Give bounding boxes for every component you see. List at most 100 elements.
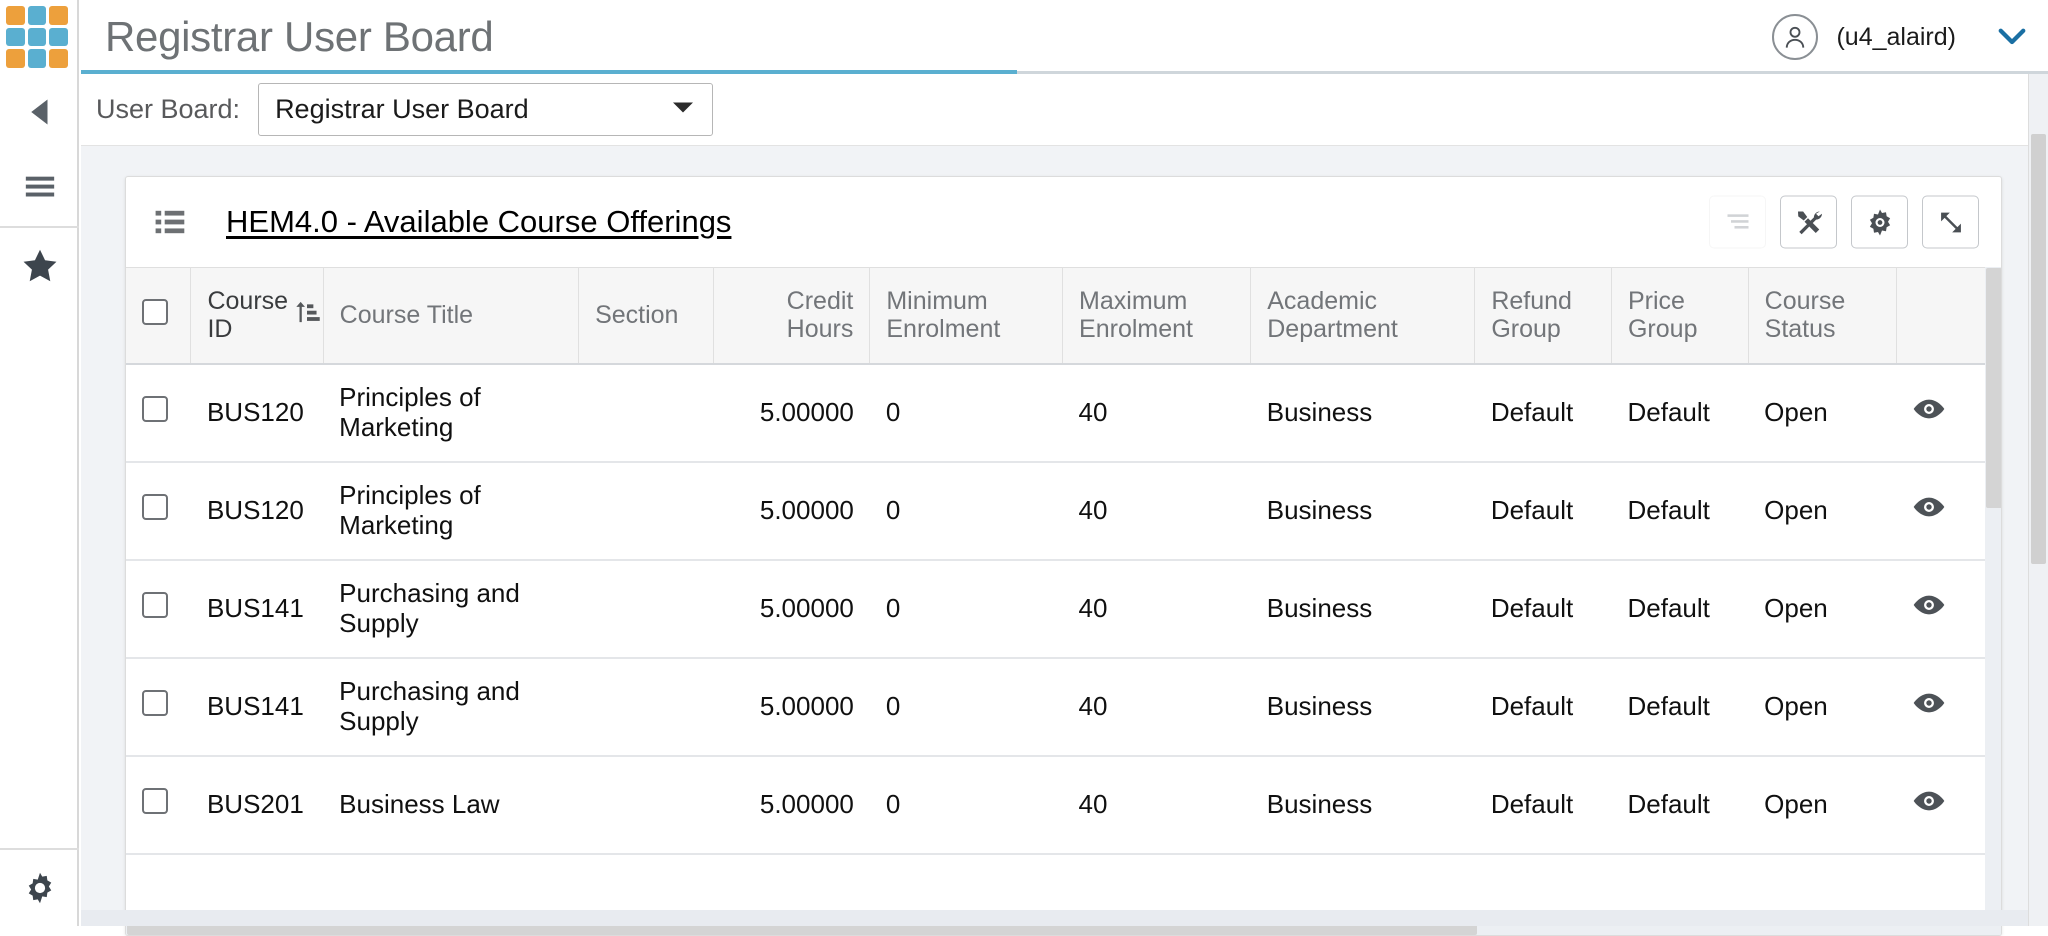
logo-cell [6, 49, 25, 68]
cell-section [578, 461, 714, 561]
settings-button[interactable] [1851, 195, 1908, 249]
sort-ascending-icon [294, 298, 320, 332]
th-actions [1896, 267, 1988, 365]
cell-refund-group: Default [1474, 559, 1612, 659]
chevron-down-icon[interactable] [1992, 17, 2032, 57]
row-checkbox[interactable] [142, 592, 168, 619]
cell-view-action[interactable] [1896, 755, 1988, 855]
row-checkbox[interactable] [142, 690, 168, 717]
cell-credit-hours: 5.00000 [713, 559, 870, 659]
table-vertical-scroll-thumb[interactable] [1986, 268, 2001, 508]
eye-icon[interactable] [1912, 397, 1946, 427]
row-select-cell[interactable] [126, 559, 191, 659]
th-course-title[interactable]: Course Title [323, 267, 580, 365]
th-minimum-enrolment[interactable]: Minimum Enrolment [869, 267, 1064, 365]
eye-icon[interactable] [1912, 789, 1946, 819]
cell-price-group: Default [1611, 755, 1749, 855]
th-academic-department[interactable]: Academic Department [1250, 267, 1476, 365]
th-course-id[interactable]: Course ID [190, 267, 324, 365]
table-row[interactable]: BUS201 Business Law 5.00000 0 40 Business Defa… [126, 755, 1988, 855]
cell-credit-hours: 5.00000 [713, 657, 870, 757]
cell-view-action[interactable] [1896, 363, 1988, 463]
eye-icon[interactable] [1912, 691, 1946, 721]
table-vertical-scrollbar[interactable] [1985, 267, 2001, 935]
row-checkbox[interactable] [142, 788, 168, 815]
table-row[interactable]: BUS141 Purchasing and Supply 5.00000 0 40 Bus… [126, 559, 1988, 659]
cell-section [578, 559, 714, 659]
cell-course-status: Open [1748, 461, 1897, 561]
row-select-cell[interactable] [126, 363, 191, 463]
page-vertical-scroll-thumb[interactable] [2031, 134, 2046, 564]
table-row[interactable]: BUS120 Principles of Marketing 5.00000 0 40 B… [126, 461, 1988, 561]
th-course-title-label: Course Title [339, 301, 474, 330]
th-credit-hours[interactable]: Credit Hours [713, 267, 871, 365]
cell-price-group: Default [1611, 559, 1749, 659]
th-course-status-label: Course Status [1764, 287, 1846, 344]
cell-academic-department: Business [1250, 559, 1475, 659]
cell-academic-department: Business [1250, 657, 1475, 757]
cell-course-id: BUS141 [190, 657, 324, 757]
row-checkbox[interactable] [142, 494, 168, 521]
cell-course-status: Open [1748, 559, 1897, 659]
th-refund-group-label: Refund Group [1491, 287, 1572, 344]
user-menu[interactable]: (u4_alaird) [1772, 0, 2048, 74]
tools-button[interactable] [1780, 195, 1837, 249]
cell-section [578, 755, 714, 855]
table-row[interactable]: BUS141 Purchasing and Supply 5.00000 0 40 Bus… [126, 657, 1988, 757]
row-select-cell[interactable] [126, 461, 191, 561]
eye-icon[interactable] [1912, 495, 1946, 525]
table-body: BUS120 Principles of Marketing 5.00000 0 40 B… [126, 363, 1988, 855]
tools-icon [1797, 211, 1822, 234]
th-select-all[interactable] [126, 267, 192, 365]
gear-icon [28, 872, 51, 904]
th-maximum-enrolment-label: Maximum Enrolment [1079, 287, 1193, 344]
th-minimum-enrolment-label: Minimum Enrolment [886, 287, 1001, 344]
logo-cell [49, 49, 68, 68]
th-section[interactable]: Section [578, 267, 714, 365]
sidebar-item-settings[interactable] [0, 850, 79, 926]
content-bottom-strip [81, 910, 2048, 926]
cell-view-action[interactable] [1896, 559, 1988, 659]
eye-icon[interactable] [1912, 593, 1946, 623]
cell-credit-hours: 5.00000 [713, 755, 870, 855]
user-board-selected-value: Registrar User Board [275, 94, 529, 124]
cell-course-title: Purchasing and Supply [323, 657, 579, 757]
main-content: User Board: Registrar User Board HEM4.0 … [81, 74, 2048, 936]
card-title-link[interactable]: HEM4.0 - Available Course Offerings [226, 204, 731, 240]
th-price-group[interactable]: Price Group [1611, 267, 1749, 365]
th-maximum-enrolment[interactable]: Maximum Enrolment [1062, 267, 1252, 365]
sidebar-item-favorites[interactable] [0, 228, 79, 304]
page-vertical-scrollbar[interactable] [2028, 74, 2048, 926]
th-refund-group[interactable]: Refund Group [1474, 267, 1612, 365]
table-row[interactable]: BUS120 Principles of Marketing 5.00000 0 40 B… [126, 363, 1988, 463]
logo-cell [27, 27, 47, 47]
user-board-select[interactable]: Registrar User Board [258, 83, 714, 136]
th-section-label: Section [595, 301, 679, 330]
sidebar-item-menu[interactable] [0, 150, 79, 226]
cell-course-title: Purchasing and Supply [323, 559, 579, 659]
cell-view-action[interactable] [1896, 657, 1988, 757]
cell-view-action[interactable] [1896, 461, 1988, 561]
avatar [1772, 14, 1819, 60]
cell-course-status: Open [1748, 755, 1897, 855]
app-logo[interactable] [0, 0, 79, 74]
row-checkbox[interactable] [142, 396, 168, 423]
cell-refund-group: Default [1474, 363, 1612, 463]
user-name-label: (u4_alaird) [1836, 22, 1956, 51]
cell-credit-hours: 5.00000 [713, 363, 870, 463]
row-select-cell[interactable] [126, 657, 191, 757]
course-table-wrapper: Course ID Course Title Section Credit Ho… [126, 267, 2001, 935]
align-lines-button[interactable] [1709, 195, 1766, 249]
list-icon[interactable] [154, 208, 188, 236]
row-select-cell[interactable] [126, 755, 191, 855]
triangle-left-icon [30, 99, 47, 125]
th-course-status[interactable]: Course Status [1748, 267, 1897, 365]
logo-cell [6, 6, 25, 25]
select-all-checkbox[interactable] [142, 299, 168, 326]
card-header: HEM4.0 - Available Course Offerings [126, 177, 2001, 267]
expand-button[interactable] [1922, 195, 1979, 249]
gear-icon [1869, 209, 1890, 235]
course-offerings-card: HEM4.0 - Available Course Offerings Cour… [125, 176, 2002, 936]
table-header-row: Course ID Course Title Section Credit Ho… [126, 267, 1988, 365]
sidebar-item-collapse-panel[interactable] [0, 74, 79, 150]
